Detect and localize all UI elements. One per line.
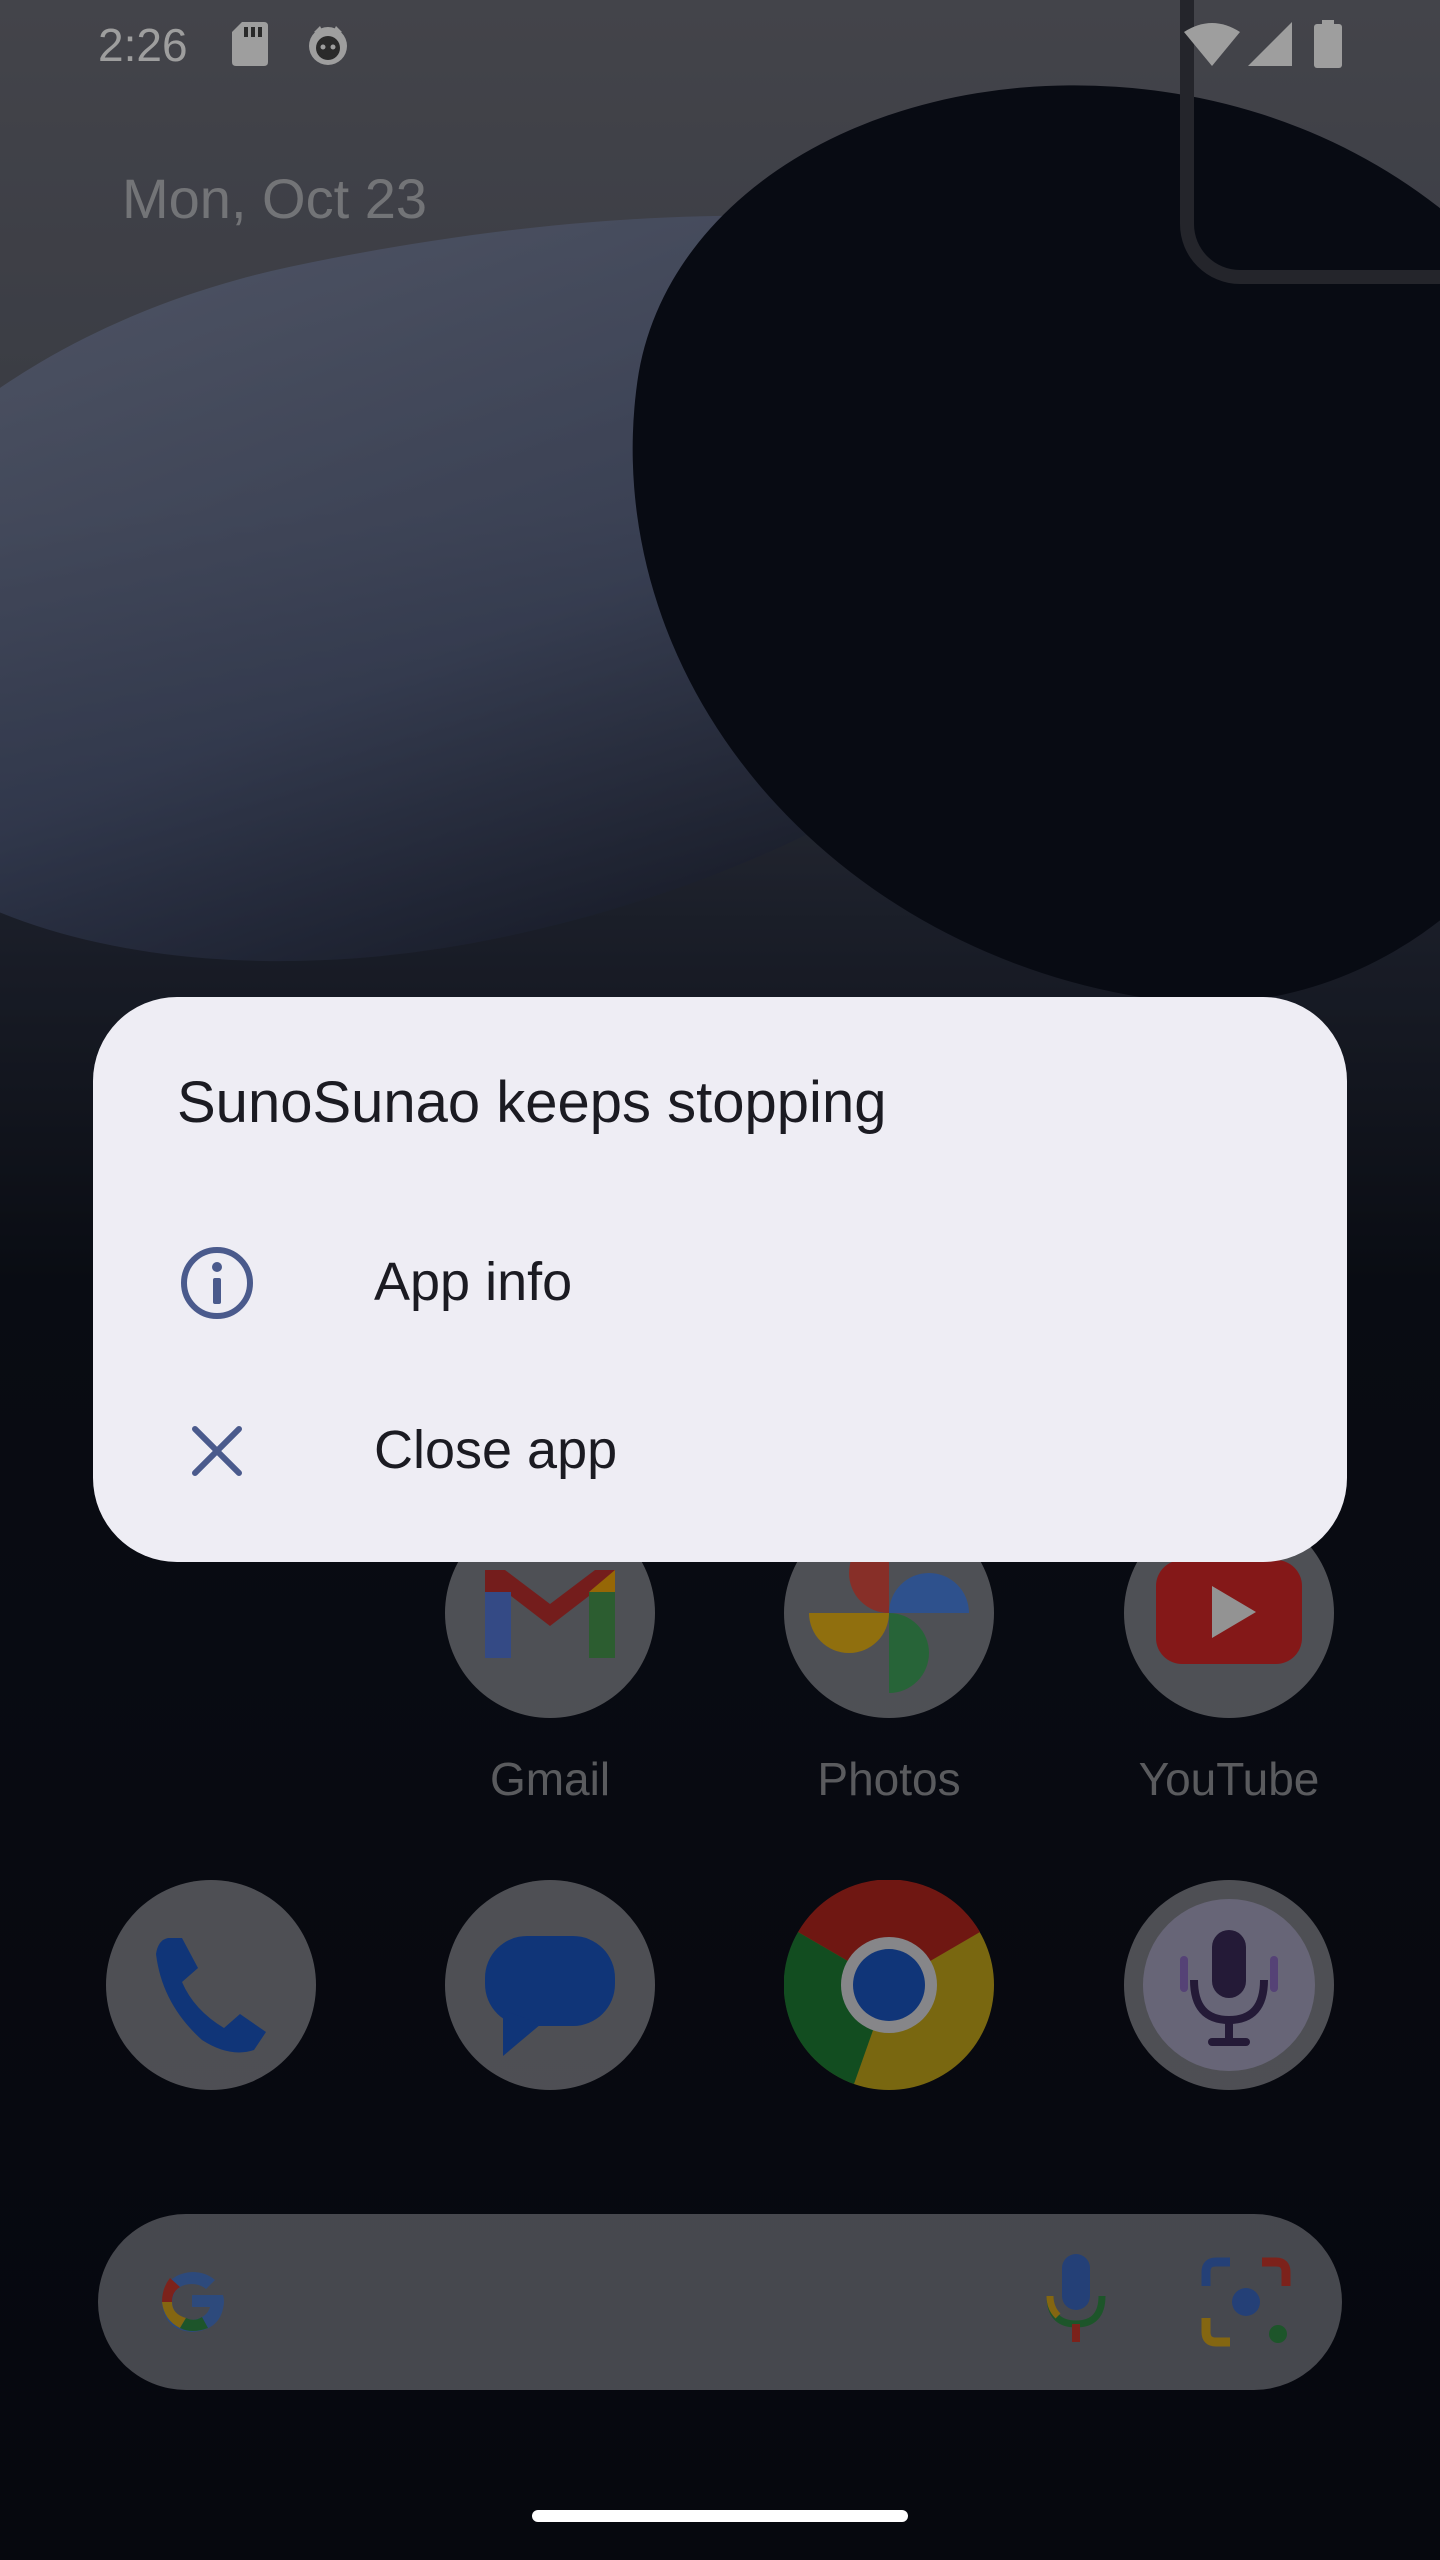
app-info-label: App info bbox=[374, 1252, 573, 1312]
info-icon bbox=[181, 1247, 253, 1319]
home-gesture-handle[interactable] bbox=[532, 2510, 908, 2522]
close-app-button[interactable]: Close app bbox=[93, 1371, 1347, 1531]
app-crash-dialog: SunoSunao keeps stopping App info Close … bbox=[93, 997, 1347, 1562]
close-app-label: Close app bbox=[374, 1420, 618, 1480]
dialog-title: SunoSunao keeps stopping bbox=[177, 1070, 887, 1135]
app-info-button[interactable]: App info bbox=[93, 1203, 1347, 1363]
close-icon bbox=[192, 1426, 242, 1476]
